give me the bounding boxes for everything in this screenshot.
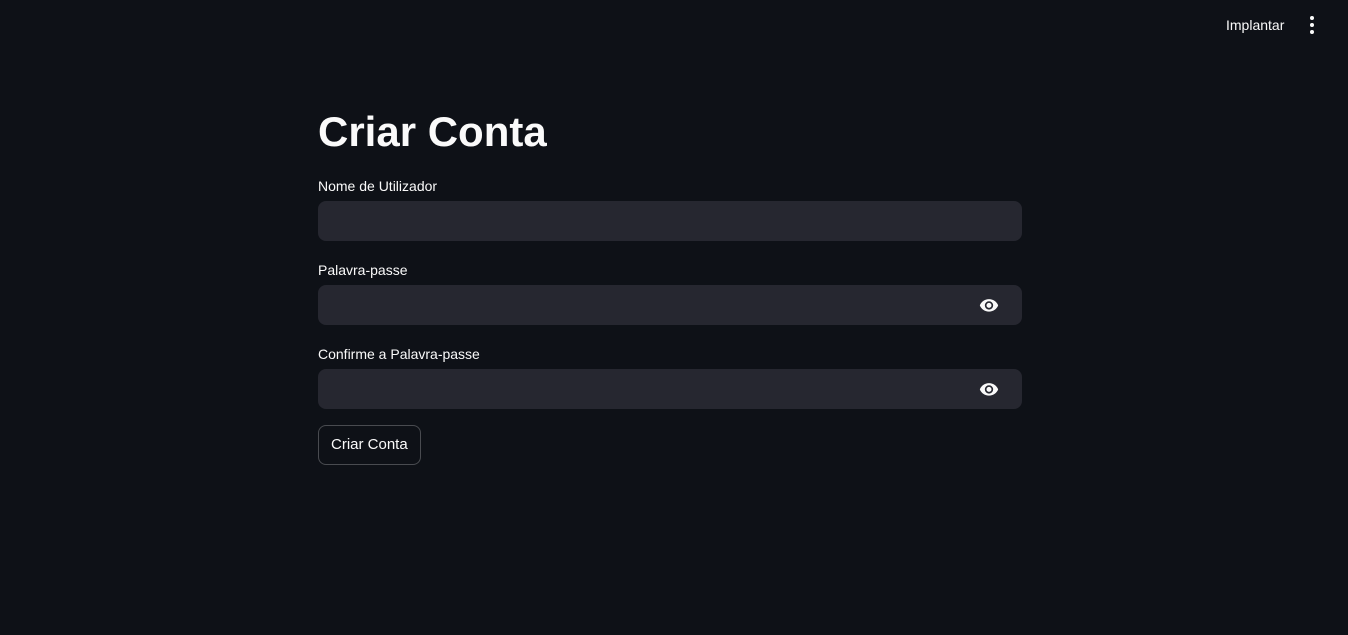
username-field-container: [318, 201, 1022, 241]
top-toolbar: Implantar: [0, 0, 1348, 48]
deploy-button[interactable]: Implantar: [1218, 14, 1292, 36]
main-menu-button[interactable]: [1300, 13, 1324, 37]
password-input[interactable]: [318, 285, 958, 325]
password-field-container: [318, 285, 1022, 325]
page-title: Criar Conta: [318, 108, 547, 155]
confirm-password-field-container: [318, 369, 1022, 409]
confirm-password-label: Confirme a Palavra-passe: [318, 346, 480, 362]
eye-icon: [979, 299, 999, 312]
create-account-button[interactable]: Criar Conta: [318, 425, 421, 465]
username-label: Nome de Utilizador: [318, 178, 438, 194]
password-label: Palavra-passe: [318, 262, 408, 278]
password-visibility-toggle[interactable]: [978, 295, 1000, 315]
eye-icon: [979, 383, 999, 396]
username-input[interactable]: [318, 201, 1022, 241]
confirm-password-input[interactable]: [318, 369, 958, 409]
confirm-password-visibility-toggle[interactable]: [978, 379, 1000, 399]
vertical-dots-icon: [1310, 16, 1314, 34]
